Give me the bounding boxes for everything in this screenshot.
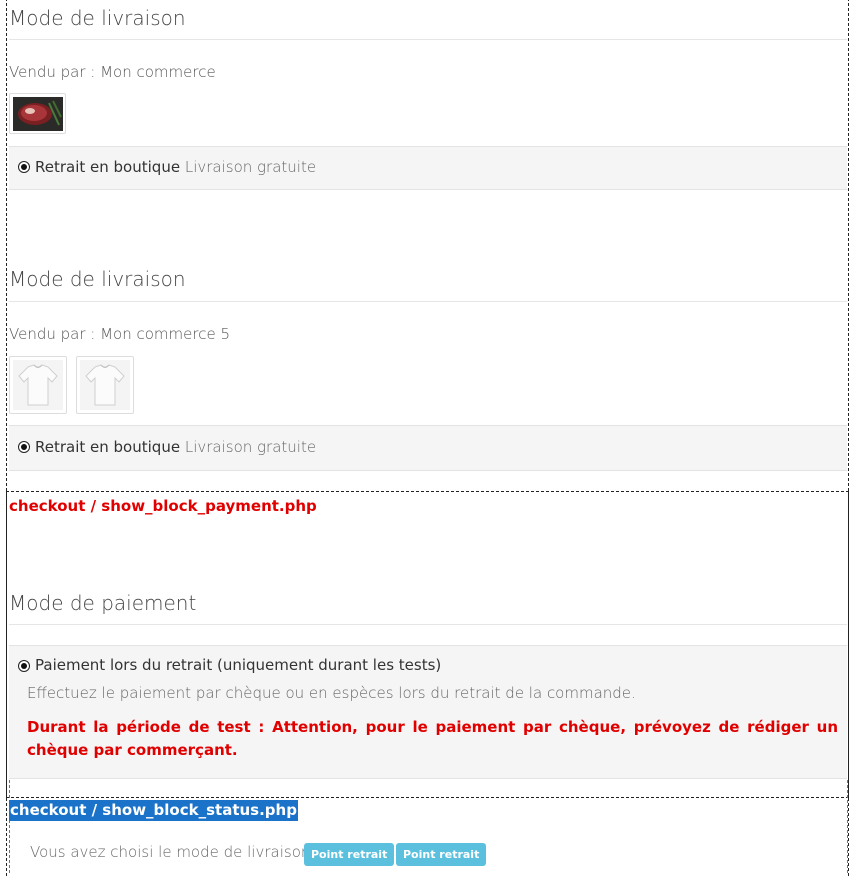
- delivery-option-label: Retrait en boutique Livraison gratuite: [35, 438, 316, 456]
- radio-selected-icon[interactable]: [18, 441, 30, 453]
- divider: [9, 624, 847, 625]
- debug-label-status: checkout / show_block_status.php: [9, 800, 298, 821]
- divider: [9, 39, 847, 40]
- tshirt-icon: [13, 360, 63, 410]
- delivery-option-name: Retrait en boutique: [35, 158, 181, 176]
- delivery-mode-badge: Point retrait: [304, 843, 395, 866]
- radio-selected-icon[interactable]: [18, 161, 30, 173]
- vendor-label: Vendu par : Mon commerce 5: [9, 325, 230, 343]
- delivery-option-detail: Livraison gratuite: [184, 438, 317, 456]
- radio-selected-icon[interactable]: [18, 660, 30, 672]
- payment-warning: Durant la période de test : Attention, p…: [27, 718, 838, 759]
- payment-description: Effectuez le paiement par chèque ou en e…: [27, 684, 636, 702]
- delivery-option-name: Retrait en boutique: [35, 438, 181, 456]
- debug-outline-status-left: [9, 780, 10, 873]
- product-thumbnail[interactable]: [9, 356, 67, 414]
- product-thumbnail[interactable]: [76, 356, 134, 414]
- payment-option-label: Paiement lors du retrait (uniquement dur…: [35, 656, 442, 674]
- debug-outline-status-right: [847, 780, 848, 873]
- delivery-option-row[interactable]: Retrait en boutique Livraison gratuite: [9, 146, 847, 190]
- steak-icon: [13, 97, 63, 131]
- delivery-title: Mode de livraison: [9, 6, 186, 30]
- delivery-option-row[interactable]: Retrait en boutique Livraison gratuite: [9, 425, 847, 471]
- payment-option-box[interactable]: Paiement lors du retrait (uniquement dur…: [9, 645, 847, 779]
- divider: [9, 301, 847, 302]
- delivery-title: Mode de livraison: [9, 267, 186, 291]
- tshirt-icon: [80, 360, 130, 410]
- product-thumbnail[interactable]: [9, 93, 66, 134]
- debug-label-payment: checkout / show_block_payment.php: [9, 497, 317, 515]
- vendor-label: Vendu par : Mon commerce: [9, 63, 216, 81]
- status-text: Vous avez choisi le mode de livraison:: [30, 843, 316, 861]
- delivery-option-detail: Livraison gratuite: [184, 158, 317, 176]
- payment-title: Mode de paiement: [9, 591, 197, 615]
- delivery-mode-badge: Point retrait: [396, 843, 487, 866]
- delivery-option-label: Retrait en boutique Livraison gratuite: [35, 158, 316, 176]
